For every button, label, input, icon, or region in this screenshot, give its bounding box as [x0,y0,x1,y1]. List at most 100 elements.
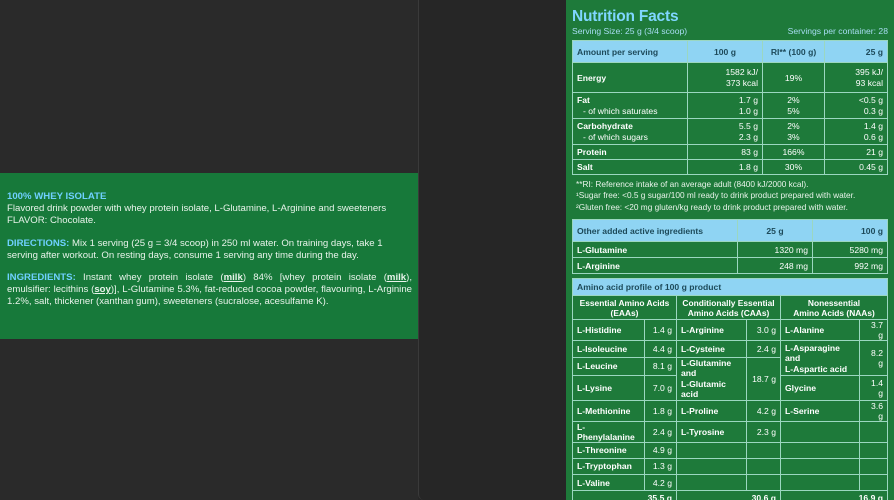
nutrient-ri: 30% [762,159,825,175]
nutrient-name: Fat - of which saturates [572,92,688,119]
naa-value: 8.2 g [859,340,888,377]
value: 1.7 g [738,95,758,105]
caa-name: L-Arginine [676,319,747,342]
eaa-name: L-Valine [572,474,645,492]
header-cell: RI** (100 g) [762,40,825,63]
caa-name [676,441,747,459]
naa-name [779,457,861,476]
ingredients: INGREDIENTS: Instant whey protein isolat… [7,272,412,309]
naa-value: 1.4 g [859,375,888,401]
amino-acid-table: Amino acid profile of 100 g product Esse… [572,278,888,500]
allergen-milk: milk [386,272,407,284]
active-ingredients-table: Other added active ingredients 25 g 100 … [572,219,888,275]
amino-totals-row: 35.5 g 30.6 g 16.9 g [572,490,888,500]
title-prefix: 100% [7,191,32,202]
serving-info: Serving Size: 25 g (3/4 scoop) Servings … [572,26,888,37]
amino-header-row: Essential Amino Acids (EAAs) Conditional… [572,295,888,321]
ingredients-text: ) 84% [whey protein isolate ( [242,272,387,284]
value: 5.5 g [738,121,758,131]
header-cell: 25 g [737,219,813,243]
product-line: Flavored drink powder with whey protein … [7,203,387,215]
table-row: L-Glutamine 1320 mg 5280 mg [572,241,888,259]
table-row: L-Histidine 1.4 g L-Arginine 3.0 g L-Alanine… [572,319,888,342]
table-row: L-Threonine 4.9 g [572,441,888,459]
product-flavor: FLAVOR: Chocolate. [7,215,96,227]
naa-value [859,420,888,443]
nutrient-value: 1.8 g [687,159,763,175]
value: 1.4 g [863,121,883,131]
table-row: Fat - of which saturates 1.7 g 1.0 g 2% 5% … [572,92,888,119]
nutrient-name: Salt [572,159,688,175]
nutrient-label: Carbohydrate [577,121,633,131]
naa-value [859,441,888,459]
eaa-total: 35.5 g [572,490,677,500]
value: 2.3 g [738,131,758,142]
naa-name: Glycine [779,375,861,401]
nutrient-value: 395 kJ/ 93 kcal [824,62,888,93]
serving-size: Serving Size: 25 g (3/4 scoop) [572,26,688,36]
eaa-name: L-Histidine [572,319,645,342]
naa-value: 3.7 g [859,319,888,342]
caa-name: L-Glutamine and L-Glutamic acid [676,356,747,401]
nutrient-value: <0.5 g 0.3 g [824,92,888,119]
servings-per-container: Servings per container: 28 [787,26,888,36]
ingredients-text: Instant whey protein isolate ( [75,272,224,284]
nutrient-value: 21 g [824,144,888,160]
eaa-value: 2.4 g [644,420,677,443]
table-row: L-Isoleucine 4.4 g L-Cysteine 2.4 g L-Aspara… [572,340,888,377]
ingredient-value: 992 mg [812,257,888,275]
table-row: Energy 1582 kJ/ 373 kcal 19% 395 kJ/ 93 … [572,62,888,93]
value: 0.3 g [863,105,883,116]
ingredients-label: INGREDIENTS: [7,272,76,284]
header-cell: 100 g [687,40,763,63]
caa-name [676,474,747,492]
value: <0.5 g [858,95,883,105]
caa-value: 4.2 g [746,399,781,422]
caa-name: L-Tyrosine [676,420,747,443]
eaa-name: L-Leucine [572,356,645,377]
eaa-value: 4.9 g [644,441,677,459]
screen: 100% WHEY ISOLATE Flavored drink powder … [0,0,894,500]
value: 2% [787,95,800,105]
caa-value: 18.7 g [746,356,781,401]
table-row: Salt 1.8 g 30% 0.45 g [572,159,888,175]
value: 5% [787,105,800,116]
naa-name: L-Serine [779,399,861,422]
nutrient-value: 1582 kJ/ 373 kcal [687,62,763,93]
product-description: 100% WHEY ISOLATE Flavored drink powder … [0,173,418,339]
naa-name [779,420,861,443]
nutrient-value: 0.45 g [824,159,888,175]
table-row: L-Phenylalanine 2.4 g L-Tyrosine 2.3 g [572,420,888,443]
amino-body: L-Histidine 1.4 g L-Arginine 3.0 g L-Alanine… [572,319,888,492]
note: ²Gluten free: <20 mg gluten/kg ready to … [576,201,848,212]
header-cell: 25 g [824,40,888,63]
eaa-name: L-Methionine [572,399,645,422]
naa-name [779,441,861,459]
nutrient-value: 1.7 g 1.0 g [687,92,763,119]
ingredient-value: 1320 mg [737,241,813,259]
directions-label: DIRECTIONS: [7,237,70,249]
nutrient-value: 83 g [687,144,763,160]
eaa-value: 4.4 g [644,340,677,358]
nutrient-label: Fat [577,95,590,105]
naa-total: 16.9 g [780,490,888,500]
nutrient-sub-label: - of which sugars [583,131,648,142]
naa-value [859,457,888,476]
eaa-value: 8.1 g [644,356,677,377]
directions: DIRECTIONS: Mix 1 serving (25 g = 3/4 sc… [7,238,412,262]
nutrient-sub-label: - of which saturates [583,105,658,116]
naa-value: 3.6 g [859,399,888,422]
naa-name: L-Alanine [779,319,861,342]
allergen-milk: milk [223,272,243,284]
ingredient-value: 248 mg [737,257,813,275]
nutrient-name: Carbohydrate - of which sugars [572,118,688,145]
eaa-value: 1.4 g [644,319,677,342]
amino-title: Amino acid profile of 100 g product [572,278,888,297]
caa-value [746,457,781,476]
nutrient-name: Protein [572,144,688,160]
nutrition-table: Amount per serving 100 g RI** (100 g) 25… [572,40,888,175]
nutrient-ri: 19% [762,62,825,93]
eaa-value: 7.0 g [644,375,677,401]
nutrition-facts: Nutrition Facts Serving Size: 25 g (3/4 … [572,8,888,500]
caa-total: 30.6 g [676,490,781,500]
